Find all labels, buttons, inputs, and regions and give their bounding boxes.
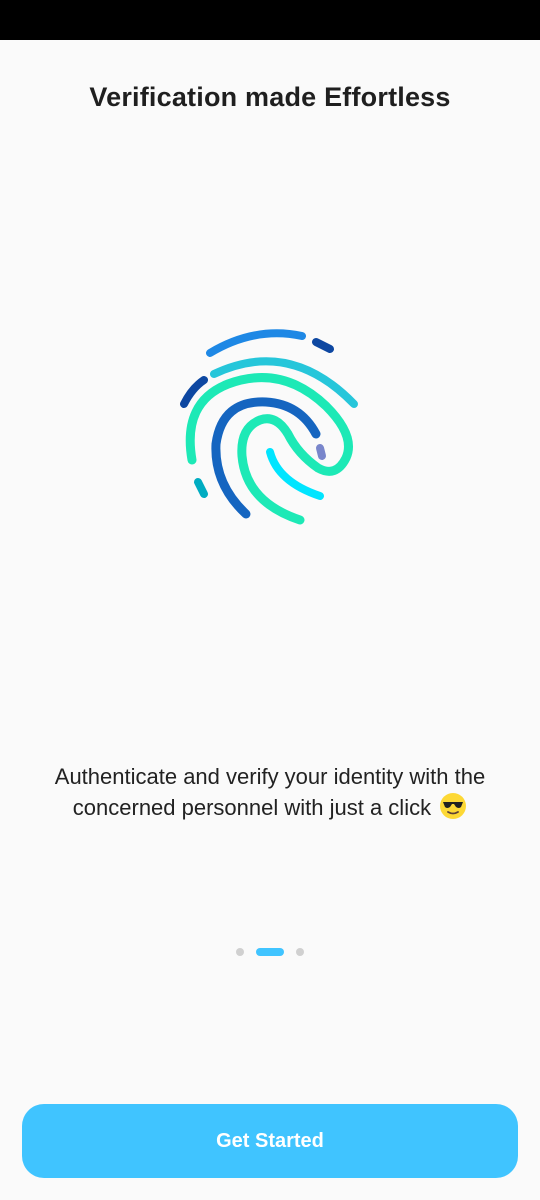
status-bar [0, 0, 540, 40]
get-started-button[interactable]: Get Started [22, 1104, 518, 1178]
fingerprint-icon [180, 329, 358, 525]
page-dot-2-active[interactable] [256, 948, 284, 956]
description-text: Authenticate and verify your identity wi… [54, 764, 486, 820]
onboarding-description: Authenticate and verify your identity wi… [20, 762, 520, 823]
page-dot-1[interactable] [236, 948, 244, 956]
page-dot-3[interactable] [296, 948, 304, 956]
page-indicator [0, 946, 540, 958]
page-title: Verification made Effortless [89, 82, 451, 112]
sunglasses-emoji-icon [439, 792, 467, 820]
fingerprint-illustration [170, 318, 370, 538]
